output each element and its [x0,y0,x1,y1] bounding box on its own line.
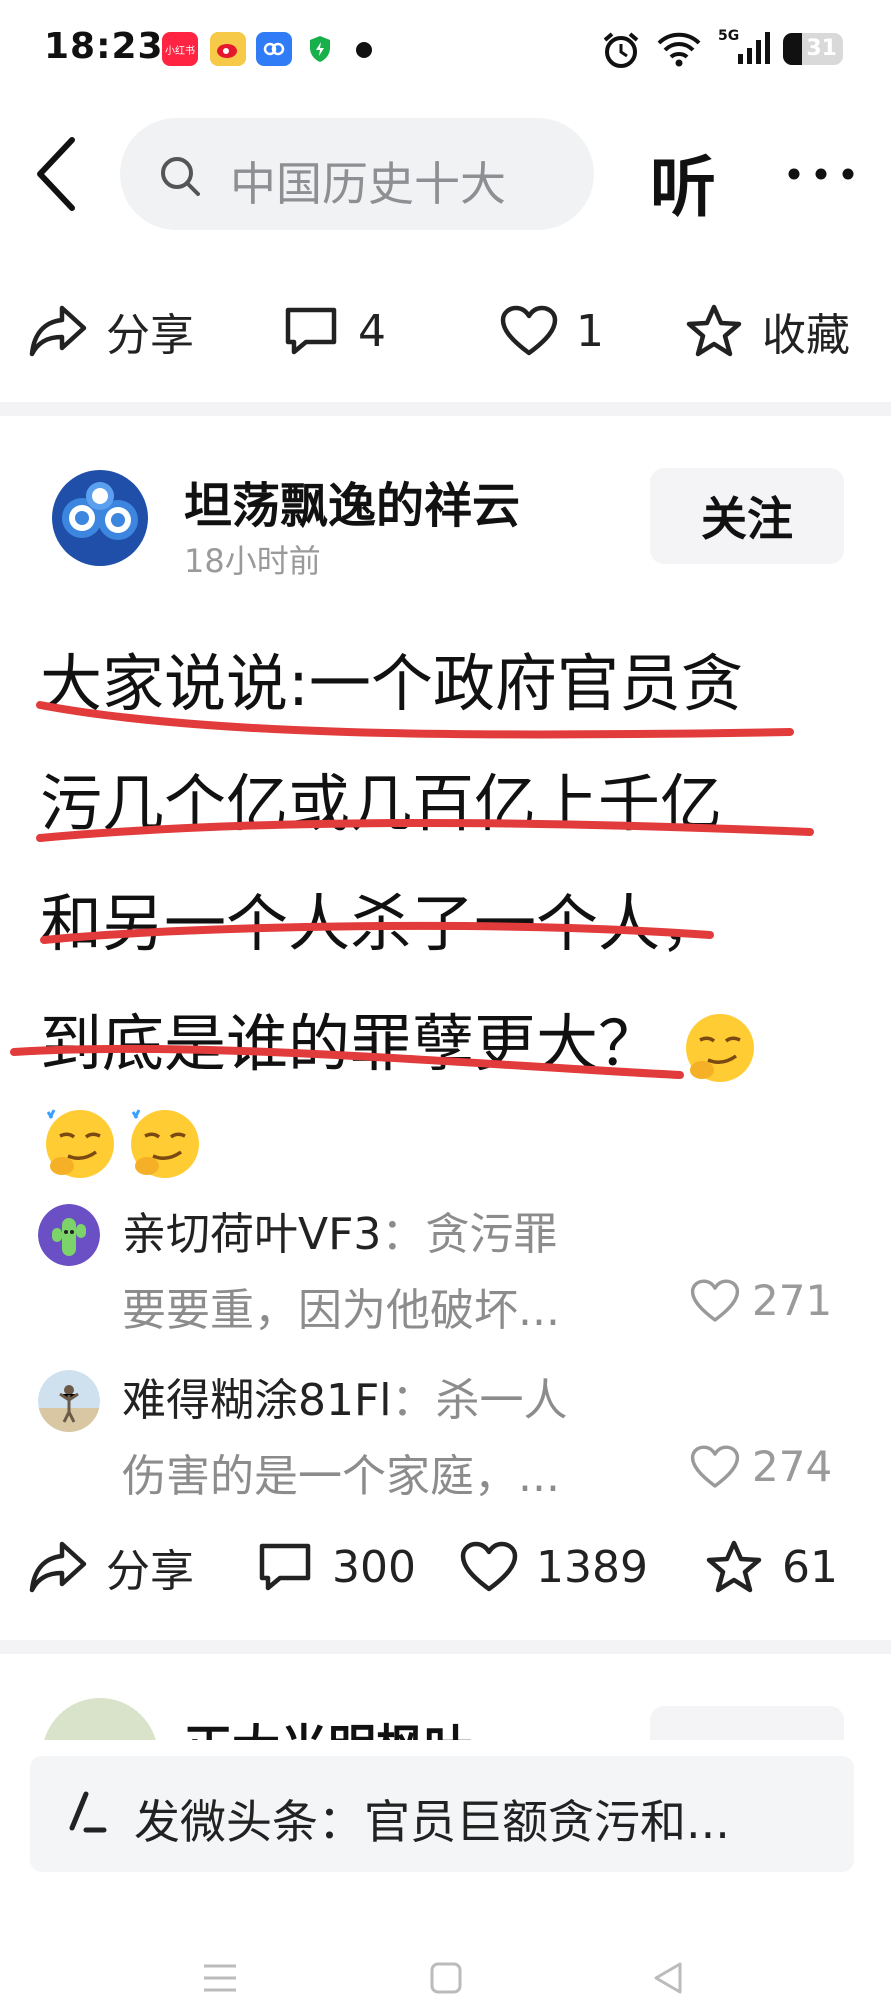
author-name[interactable]: 坦荡飘逸的祥云 [184,466,520,536]
like-button[interactable]: 1389 [460,1522,648,1612]
smirk-emoji-icon [46,1109,114,1178]
search-icon [161,157,200,196]
menu-icon[interactable] [200,1960,240,1996]
post-line: 大家说说:一个政府官员贪 [40,647,743,720]
banner-text: 发微头条：官员巨额贪污和... [134,1795,730,1849]
pen-icon [69,1791,107,1833]
share-icon [29,1541,87,1593]
status-bar: 18:23 小红书 5G 31 [0,0,891,100]
post-line: 和另一个人杀了一个人， [40,887,723,960]
comment-icon [285,307,337,355]
author-avatar[interactable] [42,458,158,574]
comment-button[interactable]: 4 [282,286,386,376]
post-line-with-emoji: 到底是谁的罪孽更大？ [40,984,850,1104]
smirk-emoji-icon [685,1013,754,1082]
status-time: 18:23 [44,26,164,67]
comment-text: 要要重，因为他破坏... [122,1285,560,1336]
post-action-bar: 分享 300 1389 61 [0,1522,891,1612]
post-content[interactable]: 大家说说:一个政府官员贪 污几个亿或几百亿上千亿 和另一个人杀了一个人， 到底是… [40,624,850,1194]
follow-button[interactable]: 关注 [650,468,844,564]
comment-item[interactable]: 亲切荷叶VF3：贪污罪 要要重，因为他破坏... 271 [0,1194,891,1354]
comment-icon [259,1543,311,1591]
emoji-row [40,1104,850,1194]
back-button[interactable] [28,134,88,214]
comment-button[interactable]: 300 [256,1522,416,1612]
heart-icon [500,305,558,356]
search-placeholder: 中国历史十大 [230,157,506,211]
comment-text: 杀一人 [435,1375,568,1426]
weibo-icon [210,32,246,66]
author-name[interactable]: 正大光明枫叶 [184,1708,472,1740]
author-avatar[interactable] [42,1698,158,1740]
listen-button[interactable]: 听 [650,134,716,230]
wifi-icon [657,32,701,67]
heart-icon [690,1444,740,1488]
signal-icon [738,32,770,64]
heart-icon [460,1541,518,1592]
comment-like-button[interactable]: 274 [690,1442,832,1491]
star-icon [706,1540,762,1593]
commenter-avatar[interactable] [38,1204,100,1266]
favorite-button[interactable]: 61 [704,1522,838,1612]
back-nav-icon[interactable] [650,1960,686,1996]
share-icon [29,305,87,357]
shield-icon [302,32,338,66]
more-icon[interactable] [776,144,866,204]
notification-dot-icon [356,42,372,58]
prev-post-action-bar: 分享 4 1 收藏 [0,286,891,376]
next-post-header[interactable]: 正大光明枫叶 [0,1680,891,1740]
comment-like-count: 274 [752,1442,833,1491]
post-line: 污几个亿或几百亿上千亿 [40,767,723,840]
smirk-emoji-icon [131,1109,200,1178]
feed-divider [0,402,891,416]
app-icon [256,32,292,66]
comment-text: 贪污罪 [425,1209,558,1260]
share-button[interactable]: 分享 [28,1522,194,1612]
comment-like-count: 271 [752,1276,833,1325]
post-time: 18小时前 [184,542,321,580]
search-input[interactable]: 中国历史十大 [120,118,594,230]
feed-divider [0,1640,891,1654]
follow-button[interactable] [650,1706,844,1740]
share-button[interactable]: 分享 [28,286,194,376]
home-icon[interactable] [428,1960,464,1996]
commenter-name[interactable]: 亲切荷叶VF3 [122,1209,381,1260]
top-bar: 中国历史十大 听 [0,110,891,240]
system-nav-bar [0,1930,891,1996]
star-icon [686,304,742,357]
like-button[interactable]: 1 [500,286,604,376]
favorite-button[interactable]: 收藏 [684,286,850,376]
heart-icon [690,1278,740,1322]
commenter-name[interactable]: 难得糊涂81Fl [122,1375,392,1426]
comment-like-button[interactable]: 271 [690,1276,832,1325]
xiaohongshu-icon: 小红书 [162,32,198,66]
battery-icon: 31 [783,33,843,65]
alarm-icon [603,32,639,68]
comment-text: 伤害的是一个家庭，... [122,1451,560,1502]
commenter-avatar[interactable] [38,1370,100,1432]
comment-item[interactable]: 难得糊涂81Fl：杀一人 伤害的是一个家庭，... 274 [0,1360,891,1520]
post-composer-banner[interactable]: 发微头条：官员巨额贪污和... [30,1756,854,1872]
